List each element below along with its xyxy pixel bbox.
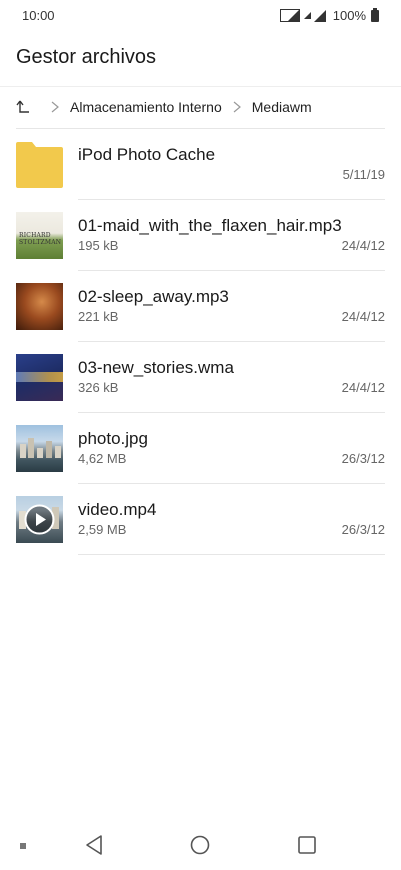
- chevron-right-icon: [51, 101, 59, 113]
- file-date: 24/4/12: [341, 238, 385, 253]
- home-icon[interactable]: [190, 835, 210, 855]
- file-name: 01-maid_with_the_flaxen_hair.mp3: [78, 216, 342, 235]
- file-name: 03-new_stories.wma: [78, 358, 234, 377]
- recent-apps-icon[interactable]: [297, 835, 317, 855]
- file-name: iPod Photo Cache: [78, 145, 216, 164]
- navigation-bar: [0, 820, 401, 870]
- breadcrumb-item-storage[interactable]: Almacenamiento Interno: [70, 99, 222, 115]
- breadcrumb: Almacenamiento Interno Mediawm: [16, 96, 312, 118]
- folder-icon: [16, 142, 63, 188]
- album-art-text: RICHARD STOLTZMAN: [19, 232, 62, 246]
- list-item[interactable]: video.mp4 2,59 MB 26/3/12: [0, 484, 401, 555]
- list-item[interactable]: iPod Photo Cache 5/11/19: [0, 129, 401, 200]
- nav-indicator-icon: [20, 843, 26, 849]
- play-icon: [24, 504, 55, 535]
- list-item[interactable]: 02-sleep_away.mp3 221 kB 24/4/12: [0, 271, 401, 342]
- signal-icon: [313, 9, 326, 22]
- file-list: iPod Photo Cache 5/11/19 RICHARD STOLTZM…: [0, 129, 401, 555]
- album-art-thumbnail: [16, 354, 63, 401]
- list-item[interactable]: 03-new_stories.wma 326 kB 24/4/12: [0, 342, 401, 413]
- app-bar-divider: [0, 86, 401, 87]
- album-art-thumbnail: RICHARD STOLTZMAN: [16, 212, 63, 259]
- chevron-right-icon: [233, 101, 241, 113]
- file-size: 2,59 MB: [78, 522, 127, 537]
- page-title: Gestor archivos: [16, 46, 157, 68]
- file-date: 24/4/12: [341, 380, 385, 395]
- battery-percent: 100%: [332, 8, 366, 23]
- breadcrumb-item-current[interactable]: Mediawm: [252, 99, 312, 115]
- file-name: 02-sleep_away.mp3: [78, 287, 229, 306]
- navigate-up-icon[interactable]: [16, 100, 30, 114]
- small-signal-icon: [303, 12, 311, 19]
- battery-icon: [371, 7, 379, 22]
- file-date: 26/3/12: [341, 451, 385, 466]
- album-art-thumbnail: [16, 283, 63, 330]
- list-item[interactable]: RICHARD STOLTZMAN 01-maid_with_the_flaxe…: [0, 200, 401, 271]
- file-size: 326 kB: [78, 380, 119, 395]
- file-size: 195 kB: [78, 238, 119, 253]
- file-size: 221 kB: [78, 309, 119, 324]
- file-name: photo.jpg: [78, 429, 148, 448]
- list-item[interactable]: photo.jpg 4,62 MB 26/3/12: [0, 413, 401, 484]
- status-icons: 100%: [279, 7, 379, 23]
- file-date: 26/3/12: [341, 522, 385, 537]
- no-sim-signal-icon: [279, 9, 300, 22]
- file-size: 4,62 MB: [78, 451, 127, 466]
- status-time: 10:00: [22, 8, 55, 23]
- status-bar: 10:00 100%: [0, 0, 401, 32]
- back-icon[interactable]: [84, 834, 104, 856]
- video-thumbnail: [16, 496, 63, 543]
- file-date: 5/11/19: [342, 167, 385, 182]
- file-date: 24/4/12: [341, 309, 385, 324]
- file-name: video.mp4: [78, 500, 157, 519]
- row-divider: [78, 554, 385, 555]
- image-thumbnail: [16, 425, 63, 472]
